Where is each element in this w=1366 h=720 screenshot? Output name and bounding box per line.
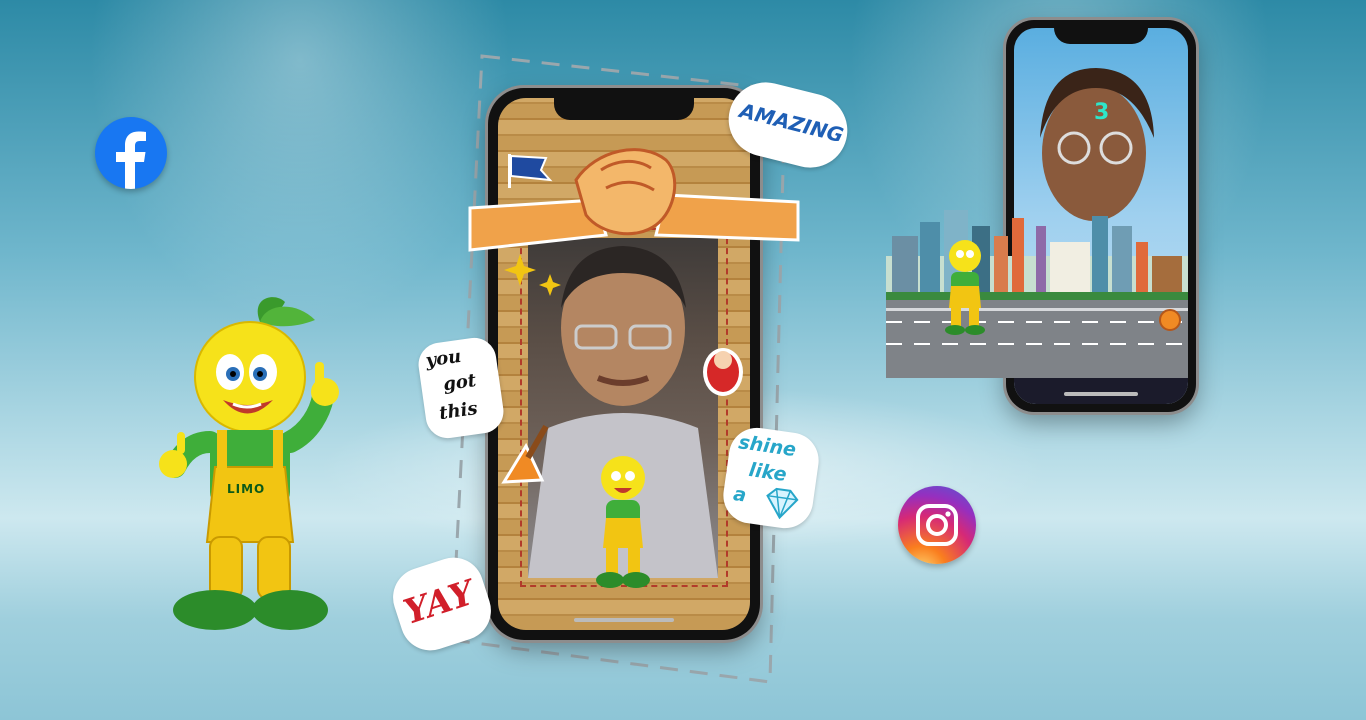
you-got-this-line-3: this (437, 398, 479, 425)
mini-mascot (596, 456, 650, 588)
amazing-sticker-text: AMAZING (737, 98, 846, 148)
instagram-camera-glyph (916, 504, 958, 546)
you-got-this-line-2: got (441, 369, 478, 396)
center-phone-notch (554, 96, 694, 120)
right-phone-home-bar (1064, 392, 1138, 396)
game-mascot (945, 240, 985, 335)
shine-line-3: a (731, 483, 748, 507)
mascot-shirt-label: LIMO (227, 482, 266, 496)
sparkle-stickers (504, 254, 561, 296)
game-scene-panel (886, 196, 1188, 378)
facebook-icon[interactable] (95, 117, 167, 189)
diamond-icon (766, 487, 799, 520)
yay-sticker-text: YAY (399, 572, 480, 633)
balalaika-sticker (501, 424, 549, 484)
countdown-number: 3 (1094, 100, 1110, 125)
you-got-this-line-1: you (424, 345, 463, 372)
facebook-f-glyph (116, 131, 146, 189)
limo-mascot: LIMO (155, 292, 355, 637)
right-phone-notch (1054, 26, 1148, 44)
center-phone-home-bar (574, 618, 674, 622)
instagram-icon[interactable] (898, 486, 976, 564)
shine-like-a-sticker: shine like a (719, 424, 823, 532)
you-got-this-sticker: you got this (415, 335, 507, 441)
matryoshka-sticker (703, 348, 743, 396)
shine-line-2: like (747, 458, 788, 487)
flag-sticker (508, 154, 553, 188)
shine-line-1: shine (737, 431, 798, 462)
city-skyline (886, 210, 1188, 378)
